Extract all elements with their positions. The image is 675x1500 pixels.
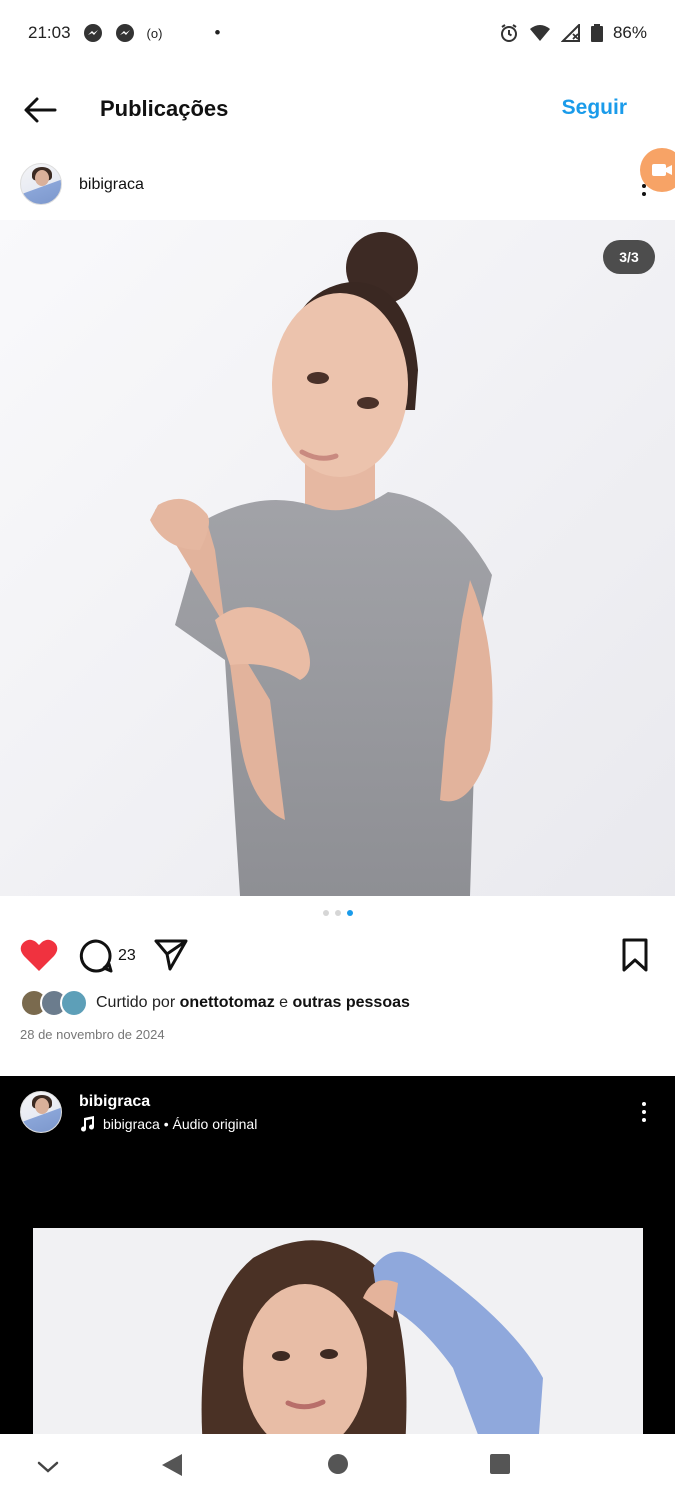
post-image[interactable]: 3/3: [0, 220, 675, 896]
arrow-left-icon: [24, 97, 57, 123]
back-button[interactable]: [20, 90, 60, 130]
page-title: Publicações: [100, 96, 229, 121]
follow-button[interactable]: Seguir: [562, 96, 627, 120]
post-username[interactable]: bibigraca: [79, 176, 144, 194]
more-options-button[interactable]: [634, 1096, 654, 1128]
hide-nav-button[interactable]: [36, 1460, 60, 1474]
image-counter: 3/3: [603, 240, 655, 274]
liker-username[interactable]: onettotomaz: [180, 994, 275, 1011]
clock: 21:03: [28, 23, 71, 42]
battery-level: 86%: [612, 23, 647, 42]
battery-icon: [590, 24, 603, 42]
audio-text: bibigraca • Áudio original: [103, 1116, 258, 1132]
carousel-dot: [322, 910, 329, 916]
messenger-icon: [115, 23, 135, 43]
carousel-indicator: [0, 910, 675, 922]
status-right: 86%: [499, 23, 647, 43]
post-actions: 23: [0, 930, 675, 984]
audio-label[interactable]: bibigraca • Áudio original: [79, 1116, 257, 1132]
status-bar: 21:03 (o) • 86%: [0, 0, 675, 66]
reel-thumbnail[interactable]: [33, 1228, 643, 1436]
liker-avatars: [20, 989, 92, 1017]
likes-prefix: Curtido por: [96, 994, 180, 1011]
music-note-icon: [81, 1116, 95, 1132]
likes-conjunction: e: [274, 994, 293, 1011]
avatar[interactable]: [20, 1091, 62, 1133]
likes-summary[interactable]: Curtido por onettotomaz e outras pessoas: [20, 988, 410, 1018]
post-username[interactable]: bibigraca: [79, 1093, 150, 1111]
bookmark-icon: [622, 938, 648, 972]
nav-recents-button[interactable]: [488, 1452, 512, 1476]
nav-home-button[interactable]: [326, 1452, 350, 1476]
triangle-back-icon: [162, 1454, 182, 1476]
reel-post[interactable]: bibigraca bibigraca • Áudio original: [0, 1076, 675, 1436]
share-button[interactable]: [154, 938, 188, 972]
nav-back-button[interactable]: [160, 1452, 184, 1478]
circle-home-icon: [328, 1454, 348, 1474]
cast-icon: (o): [146, 25, 163, 41]
heart-filled-icon: [20, 939, 58, 971]
like-button[interactable]: [20, 938, 58, 972]
comment-icon: [79, 939, 113, 973]
video-camera-icon: [652, 164, 672, 176]
notification-dot: •: [214, 23, 221, 42]
comment-button[interactable]: 23: [78, 938, 136, 974]
top-header: Publicações Seguir: [0, 76, 675, 144]
likes-text: Curtido por onettotomaz e outras pessoas: [96, 994, 410, 1012]
carousel-dot: [334, 910, 341, 916]
signal-icon: [560, 24, 581, 42]
post-header: bibigraca: [0, 152, 675, 216]
carousel-dot-active: [346, 910, 353, 916]
send-icon: [154, 939, 188, 971]
photo-woman-grey-tshirt: [0, 220, 675, 896]
comment-count: 23: [118, 947, 136, 964]
wifi-icon: [529, 24, 551, 42]
photo-woman-blue-sweater: [33, 1228, 643, 1436]
square-recents-icon: [490, 1454, 510, 1474]
alarm-icon: [499, 23, 519, 43]
chevron-down-icon: [37, 1461, 59, 1473]
save-button[interactable]: [620, 938, 650, 972]
post-date: 28 de novembro de 2024: [20, 1027, 165, 1042]
avatar[interactable]: [20, 163, 62, 205]
messenger-icon: [83, 23, 103, 43]
avatar: [60, 989, 88, 1017]
status-left: 21:03 (o) •: [28, 23, 220, 43]
system-nav-bar: [0, 1434, 675, 1500]
likes-others-link[interactable]: outras pessoas: [293, 994, 410, 1011]
